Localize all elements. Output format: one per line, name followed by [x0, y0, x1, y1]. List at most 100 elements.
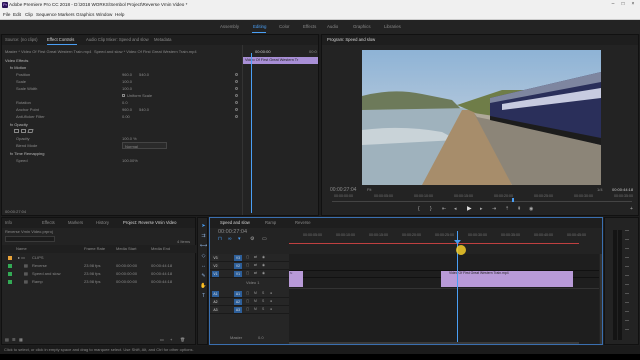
- hand-tool-icon[interactable]: ✋: [200, 284, 207, 291]
- source-patch-a3[interactable]: A3: [212, 307, 219, 313]
- mic-icon[interactable]: ●: [270, 299, 272, 303]
- icon-view-icon[interactable]: ▦: [19, 338, 23, 342]
- minimize-icon[interactable]: –: [609, 2, 617, 8]
- lock-icon[interactable]: ▢: [246, 299, 249, 303]
- reset-parameter-icon[interactable]: [235, 94, 238, 97]
- workspace-assembly[interactable]: Assembly: [220, 24, 239, 29]
- ellipse-mask-icon[interactable]: [14, 129, 19, 133]
- lift-icon[interactable]: ⇡: [505, 207, 509, 212]
- track-target-a2[interactable]: A2: [234, 299, 242, 305]
- selection-tool-icon[interactable]: ➤: [200, 224, 207, 231]
- project-item-row[interactable]: ▤ Speed and slow 23.98 fps 00:00:00:00 00:00…: [2, 270, 197, 278]
- motion-prop-value[interactable]: 960.0: [122, 108, 132, 112]
- tab-effects[interactable]: Effects: [42, 220, 55, 225]
- eye-icon[interactable]: ◉: [262, 263, 265, 267]
- video-clip[interactable]: Video Of First Great Western Train.mp4: [441, 271, 573, 287]
- menu-window[interactable]: Window: [96, 12, 112, 18]
- project-item-row[interactable]: ▤ Ramp 23.98 fps 00:00:00:00 00:00:44:18: [2, 278, 197, 286]
- sync-lock-icon[interactable]: ⇄: [254, 271, 257, 275]
- menu-file[interactable]: File: [3, 12, 10, 18]
- track-header-audio[interactable]: A1 A1 ▢ M S ●: [210, 290, 289, 298]
- solo-icon[interactable]: S: [262, 291, 264, 295]
- project-item-row[interactable]: ▸ ▭ CLIPS: [2, 254, 197, 262]
- tab-seq-reverse[interactable]: Reverse: [295, 220, 311, 225]
- fx-motion[interactable]: fx Motion: [10, 66, 26, 70]
- maximize-icon[interactable]: □: [619, 2, 627, 8]
- project-item-row[interactable]: ▤ Reverse 23.98 fps 00:00:00:00 00:00:44:18: [2, 262, 197, 270]
- label-color-swatch[interactable]: [8, 280, 12, 284]
- tab-info[interactable]: Info: [5, 220, 12, 225]
- menu-markers[interactable]: Markers: [58, 12, 75, 18]
- timeline-ruler[interactable]: 00:00:05:00 00:00:10:00 00:00:15:00 00:00:2…: [289, 231, 599, 241]
- source-patch-v3[interactable]: V3: [212, 255, 219, 261]
- tab-metadata[interactable]: Metadata: [154, 37, 171, 42]
- menu-sequence[interactable]: Sequence: [36, 12, 57, 18]
- blend-mode-select[interactable]: Normal: [122, 142, 167, 149]
- tab-project[interactable]: Project: Reverse Vmin Video: [123, 220, 176, 225]
- step-back-icon[interactable]: ◂: [454, 207, 457, 212]
- captions-icon[interactable]: ▭: [262, 237, 267, 242]
- project-search-input[interactable]: [5, 236, 55, 242]
- track-target-a3[interactable]: A3: [234, 307, 242, 313]
- ripple-edit-tool-icon[interactable]: ⟷: [200, 244, 207, 251]
- reset-parameter-icon[interactable]: [235, 101, 238, 104]
- new-bin-icon[interactable]: ▭: [160, 338, 164, 342]
- play-icon[interactable]: ▶: [467, 206, 472, 212]
- label-color-swatch[interactable]: [8, 272, 12, 276]
- col-frame-rate[interactable]: Frame Rate: [84, 247, 105, 251]
- breadcrumb-sequence[interactable]: Speed and slow * Video Of First Great We…: [94, 50, 197, 54]
- clip-left[interactable]: fx: [289, 271, 303, 287]
- extract-icon[interactable]: ⇞: [517, 207, 521, 212]
- program-playhead[interactable]: [512, 198, 514, 202]
- workspace-audio[interactable]: Audio: [327, 24, 338, 29]
- razor-tool-icon[interactable]: ◇: [200, 254, 207, 261]
- motion-prop-value[interactable]: 0.0: [122, 101, 128, 105]
- fit-dropdown[interactable]: Fit: [367, 188, 371, 192]
- lock-icon[interactable]: ▤: [5, 338, 9, 342]
- mute-icon[interactable]: M: [254, 307, 257, 311]
- reset-parameter-icon[interactable]: [235, 80, 238, 83]
- type-tool-icon[interactable]: T: [200, 294, 207, 301]
- source-patch-v1[interactable]: V1: [212, 271, 219, 277]
- add-marker-icon[interactable]: ▾: [238, 237, 241, 242]
- ec-playhead[interactable]: [251, 53, 252, 213]
- tab-markers[interactable]: Markers: [68, 220, 83, 225]
- timeline-vscroll[interactable]: [600, 254, 602, 344]
- track-target-v3[interactable]: V3: [234, 255, 242, 261]
- timeline-hscroll[interactable]: [289, 342, 579, 344]
- track-header-video[interactable]: V3 V3 ▢ ⇄ ◉: [210, 254, 289, 262]
- lock-icon[interactable]: ▢: [246, 291, 249, 295]
- source-patch-a1[interactable]: A1: [212, 291, 219, 297]
- workspace-libraries[interactable]: Libraries: [384, 24, 401, 29]
- menu-edit[interactable]: Edit: [13, 12, 21, 18]
- lock-icon[interactable]: ▢: [246, 271, 249, 275]
- workspace-color[interactable]: Color: [279, 24, 290, 29]
- breadcrumb-master[interactable]: Master * Video Of First Great Western Tr…: [5, 50, 91, 54]
- track-header-video[interactable]: V2 V2 ▢ ⇄ ◉: [210, 262, 289, 270]
- workspace-graphics[interactable]: Graphics: [353, 24, 371, 29]
- label-color-swatch[interactable]: [8, 256, 12, 260]
- solo-icon[interactable]: S: [262, 299, 264, 303]
- lock-icon[interactable]: ▢: [246, 263, 249, 267]
- program-ruler[interactable]: 00:00:00:00 00:00:05:00 00:00:10:00 00:00:1…: [322, 193, 640, 201]
- track-target-v2[interactable]: V2: [234, 263, 242, 269]
- motion-prop-value[interactable]: 0.00: [122, 115, 130, 119]
- sync-lock-icon[interactable]: ⇄: [254, 255, 257, 259]
- reset-parameter-icon[interactable]: [235, 108, 238, 111]
- trash-icon[interactable]: 🗑: [180, 338, 185, 342]
- tab-program[interactable]: Program: Speed and slow: [327, 37, 375, 42]
- step-forward-icon[interactable]: ▸: [480, 207, 483, 212]
- work-area-bar[interactable]: [289, 243, 579, 244]
- program-video-frame[interactable]: [362, 50, 601, 185]
- source-patch-a2[interactable]: A2: [212, 299, 219, 305]
- go-to-in-icon[interactable]: ⇤: [442, 207, 446, 212]
- eye-icon[interactable]: ◉: [262, 271, 265, 275]
- ec-clip-bar[interactable]: Video Of First Great Western Tr: [243, 57, 318, 64]
- linked-selection-icon[interactable]: ∞: [228, 237, 232, 242]
- slip-tool-icon[interactable]: ↔: [200, 264, 207, 271]
- uniform-scale-checkbox[interactable]: [122, 94, 125, 97]
- tab-seq-ramp[interactable]: Ramp: [265, 220, 276, 225]
- workspace-editing[interactable]: Editing: [253, 24, 266, 29]
- master-track-value[interactable]: 0.0: [258, 336, 264, 340]
- motion-prop-value[interactable]: 100.0: [122, 87, 132, 91]
